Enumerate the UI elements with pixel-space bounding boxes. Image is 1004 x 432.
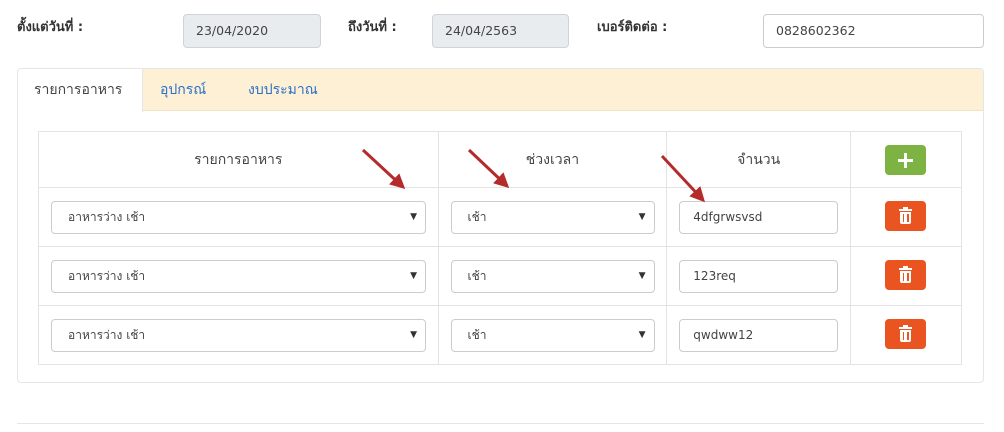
order-panel: รายการอาหาร อุปกรณ์ งบประมาณ รายการอาหาร… — [17, 68, 984, 383]
period-cell: เช้า ▼ — [437, 246, 668, 306]
action-cell — [850, 187, 962, 247]
period-select[interactable]: เช้า ▼ — [450, 319, 655, 352]
tab-bar: รายการอาหาร อุปกรณ์ งบประมาณ — [18, 69, 983, 112]
food-select-value: อาหารว่าง เช้า — [68, 269, 146, 283]
food-select[interactable]: อาหารว่าง เช้า ▼ — [51, 201, 426, 234]
delete-row-button[interactable] — [885, 201, 927, 231]
quantity-cell: 4dfgrwsvsd — [666, 187, 852, 247]
column-header-quantity: จำนวน — [666, 131, 852, 188]
food-select[interactable]: อาหารว่าง เช้า ▼ — [51, 319, 426, 352]
period-select-value: เช้า — [467, 210, 487, 224]
caret-down-icon: ▼ — [410, 330, 417, 340]
trash-icon — [899, 207, 913, 224]
footer-divider — [17, 423, 984, 424]
column-header-period: ช่วงเวลา — [437, 131, 668, 188]
table-header-row: รายการอาหาร ช่วงเวลา จำนวน — [38, 131, 962, 188]
period-select-value: เช้า — [467, 328, 487, 342]
food-cell: อาหารว่าง เช้า ▼ — [38, 187, 439, 247]
period-select[interactable]: เช้า ▼ — [450, 260, 655, 293]
table-row: อาหารว่าง เช้า ▼ เช้า ▼ qwdww12 — [38, 305, 962, 365]
food-items-table: รายการอาหาร ช่วงเวลา จำนวน อาหารว่าง เช้… — [38, 131, 962, 365]
end-date-label: ถึงวันที่ : — [348, 20, 397, 35]
column-header-food: รายการอาหาร — [38, 131, 439, 188]
period-select-value: เช้า — [467, 269, 487, 283]
trash-icon — [899, 325, 913, 342]
column-header-actions — [850, 131, 962, 188]
caret-down-icon: ▼ — [638, 330, 646, 340]
food-cell: อาหารว่าง เช้า ▼ — [38, 246, 439, 306]
add-row-button[interactable] — [885, 145, 927, 175]
caret-down-icon: ▼ — [410, 271, 417, 281]
phone-field[interactable]: 0828602362 — [763, 14, 984, 48]
action-cell — [850, 246, 962, 306]
start-date-label: ตั้งแต่วันที่ : — [17, 20, 84, 35]
quantity-cell: qwdww12 — [666, 305, 852, 365]
tab-equipment[interactable]: อุปกรณ์ — [144, 69, 222, 111]
start-date-field[interactable]: 23/04/2020 — [183, 14, 321, 48]
period-cell: เช้า ▼ — [437, 305, 668, 365]
period-select[interactable]: เช้า ▼ — [450, 201, 655, 234]
trash-icon — [899, 266, 913, 283]
quantity-cell: 123req — [666, 246, 852, 306]
quantity-input[interactable]: qwdww12 — [679, 319, 839, 352]
caret-down-icon: ▼ — [638, 212, 646, 222]
table-row: อาหารว่าง เช้า ▼ เช้า ▼ 4dfgrwsvsd — [38, 187, 962, 247]
action-cell — [850, 305, 962, 365]
quantity-input[interactable]: 4dfgrwsvsd — [679, 201, 839, 234]
table-row: อาหารว่าง เช้า ▼ เช้า ▼ 123req — [38, 246, 962, 306]
caret-down-icon: ▼ — [638, 271, 646, 281]
food-cell: อาหารว่าง เช้า ▼ — [38, 305, 439, 365]
tab-food-list[interactable]: รายการอาหาร — [18, 69, 143, 112]
food-select[interactable]: อาหารว่าง เช้า ▼ — [51, 260, 426, 293]
delete-row-button[interactable] — [885, 319, 927, 349]
plus-icon — [898, 153, 914, 168]
food-select-value: อาหารว่าง เช้า — [68, 210, 146, 224]
food-select-value: อาหารว่าง เช้า — [68, 328, 146, 342]
caret-down-icon: ▼ — [410, 212, 417, 222]
phone-label: เบอร์ติดต่อ : — [597, 20, 668, 35]
tab-budget[interactable]: งบประมาณ — [232, 69, 334, 111]
delete-row-button[interactable] — [885, 260, 927, 290]
end-date-field[interactable]: 24/04/2563 — [432, 14, 569, 48]
quantity-input[interactable]: 123req — [679, 260, 839, 293]
period-cell: เช้า ▼ — [437, 187, 668, 247]
